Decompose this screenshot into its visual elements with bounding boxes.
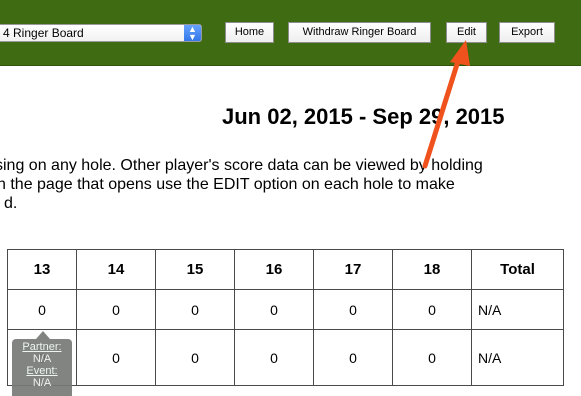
score-cell[interactable]: 0 — [234, 329, 314, 386]
scorecard-header-row: 13 14 15 16 17 18 Total — [7, 249, 564, 290]
home-button[interactable]: Home — [225, 22, 274, 43]
score-cell[interactable]: 0 — [392, 289, 472, 330]
withdraw-ringer-board-button[interactable]: Withdraw Ringer Board — [288, 22, 431, 43]
tooltip-partner-value: N/A — [32, 353, 52, 365]
header-hole-15: 15 — [155, 249, 235, 290]
table-row: 0 0 0 0 0 0 N/A — [7, 329, 564, 386]
instructions-line-3: d. — [4, 195, 18, 212]
score-cell[interactable]: 0 — [392, 329, 472, 386]
header-total: Total — [471, 249, 564, 290]
date-range-title: Jun 02, 2015 - Sep 29, 2015 — [222, 104, 505, 129]
score-cell[interactable]: 0 — [155, 289, 235, 330]
header-hole-17: 17 — [313, 249, 393, 290]
instructions-line-2: n the page that opens use the EDIT optio… — [0, 176, 455, 193]
instructions-line-1: sing on any hole. Other player's score d… — [0, 157, 483, 174]
chevron-up-down-icon[interactable]: ▲ ▼ — [184, 25, 201, 41]
header-hole-16: 16 — [234, 249, 314, 290]
table-row: 0 0 0 0 0 0 N/A — [7, 289, 564, 330]
score-cell[interactable]: 0 — [155, 329, 235, 386]
edit-button[interactable]: Edit — [446, 22, 487, 43]
score-cell[interactable]: 0 — [76, 329, 156, 386]
score-cell[interactable]: 0 — [313, 289, 393, 330]
score-cell[interactable]: 0 — [234, 289, 314, 330]
tooltip-partner-label: Partner: — [22, 341, 62, 353]
tooltip-event-label: Event: — [26, 365, 58, 377]
top-bar: 4 Ringer Board ▲ ▼ Home Withdraw Ringer B… — [0, 0, 581, 66]
player-info-tooltip: Partner: N/A Event: N/A — [12, 331, 72, 396]
scorecard-table: 13 14 15 16 17 18 Total 0 0 0 0 0 0 N/A … — [7, 249, 564, 386]
total-cell: N/A — [471, 329, 564, 386]
instructions-text: sing on any hole. Other player's score d… — [0, 156, 581, 213]
export-button[interactable]: Export — [499, 22, 555, 43]
total-cell: N/A — [471, 289, 564, 330]
score-cell[interactable]: 0 — [313, 329, 393, 386]
tooltip-event-value: N/A — [32, 377, 52, 389]
score-cell[interactable]: 0 — [76, 289, 156, 330]
header-hole-18: 18 — [392, 249, 472, 290]
header-hole-13: 13 — [7, 249, 77, 290]
header-hole-14: 14 — [76, 249, 156, 290]
score-cell[interactable]: 0 — [7, 289, 77, 330]
board-select[interactable]: 4 Ringer Board ▲ ▼ — [0, 24, 202, 42]
board-select-value: 4 Ringer Board — [3, 26, 84, 40]
